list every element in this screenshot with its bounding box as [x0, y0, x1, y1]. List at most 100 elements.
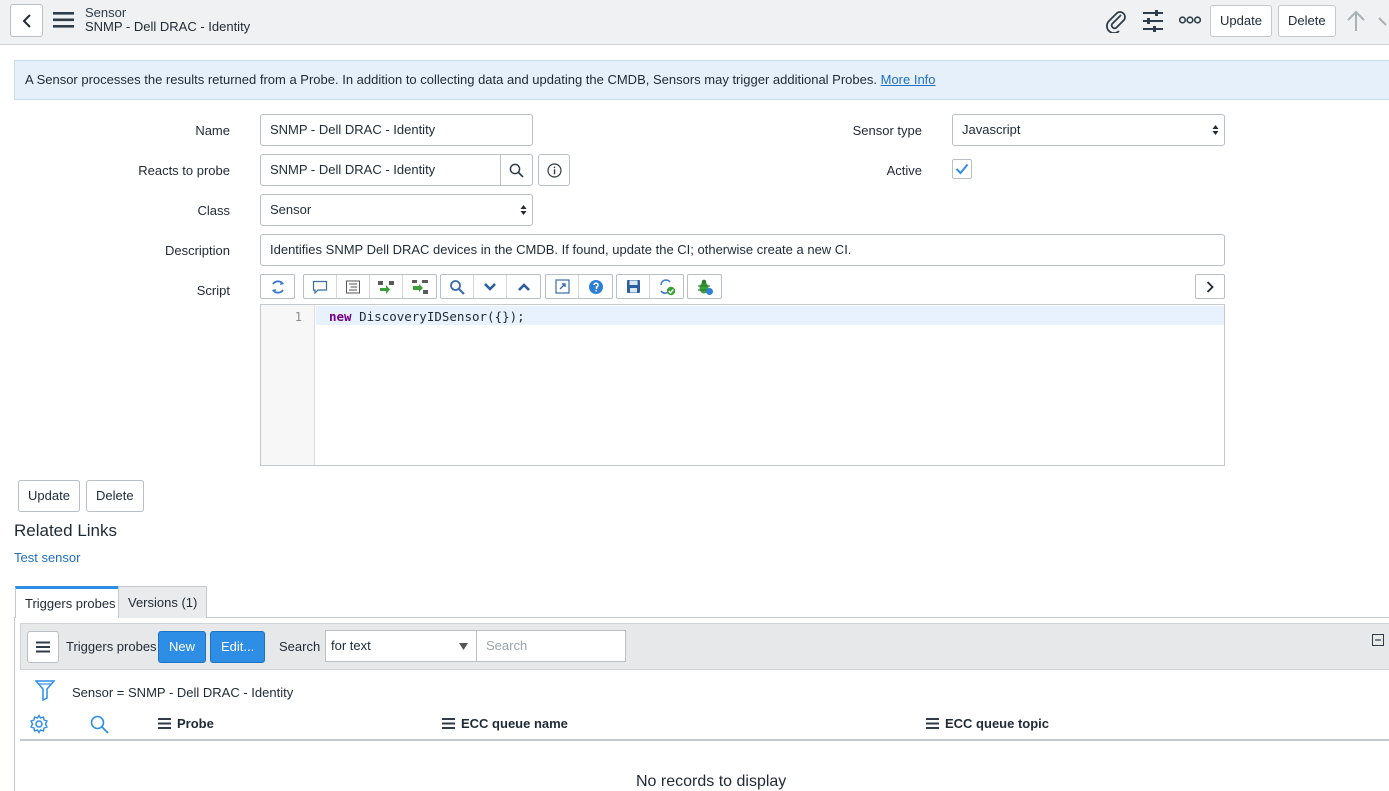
sensor-type-select[interactable]: Javascript: [952, 114, 1225, 146]
list-settings-gear-icon[interactable]: [29, 714, 49, 734]
record-type: Sensor: [85, 5, 127, 20]
syntax-toggle-icon: [269, 278, 287, 296]
comment-icon: [312, 280, 328, 294]
column-header-label: ECC queue topic: [945, 716, 1050, 731]
check-syntax-button[interactable]: [650, 275, 683, 298]
list-search-input[interactable]: Search: [476, 630, 626, 662]
arrow-up-icon[interactable]: [1346, 10, 1366, 32]
line-number-gutter: 1: [261, 305, 315, 465]
column-header-label: ECC queue name: [461, 716, 568, 731]
lookup-button[interactable]: [500, 154, 533, 186]
script-toolbar-group-3: [440, 274, 541, 299]
code-keyword: new: [329, 309, 352, 324]
search-icon: [509, 163, 524, 178]
find-next-button[interactable]: [474, 275, 507, 298]
description-field[interactable]: Identifies SNMP Dell DRAC devices in the…: [260, 234, 1225, 266]
list-context-menu-button[interactable]: [27, 631, 59, 663]
filter-breadcrumb[interactable]: Sensor = SNMP - Dell DRAC - Identity: [72, 685, 293, 700]
script-toolbar-group-2: [303, 274, 437, 299]
form-header: Sensor SNMP - Dell DRAC - Identity Updat…: [0, 0, 1389, 45]
back-button[interactable]: [10, 4, 43, 37]
settings-sliders-icon[interactable]: [1142, 9, 1164, 33]
info-banner: A Sensor processes the results returned …: [14, 60, 1389, 100]
more-info-link[interactable]: More Info: [881, 72, 936, 87]
tab-triggers-probes[interactable]: Triggers probes: [15, 586, 126, 618]
header-delete-button[interactable]: Delete: [1278, 5, 1336, 37]
collapse-icon[interactable]: [1372, 634, 1384, 646]
paperclip-icon[interactable]: [1105, 9, 1127, 33]
bug-icon: [696, 278, 714, 296]
script-toolbar-group-6: [687, 274, 722, 299]
column-header-divider: [20, 739, 1389, 741]
column-menu-icon: [926, 718, 939, 729]
format-code-button[interactable]: [337, 275, 370, 298]
column-header-ecc-queue-topic[interactable]: ECC queue topic: [926, 716, 1049, 731]
hamburger-menu-icon: [36, 641, 50, 653]
search-label: Search: [279, 639, 321, 654]
info-icon: [546, 162, 562, 178]
record-name: SNMP - Dell DRAC - Identity: [85, 19, 251, 34]
select-arrows-icon: [520, 204, 527, 216]
column-header-label: Probe: [177, 716, 214, 731]
select-arrows-icon: [1212, 124, 1219, 136]
chevron-down-icon: [483, 282, 497, 292]
column-header-ecc-queue-name[interactable]: ECC queue name: [442, 716, 568, 731]
code-line: new DiscoveryIDSensor({});: [316, 306, 1224, 325]
list-title: Triggers probes: [66, 639, 157, 654]
chevron-down-icon[interactable]: [1378, 14, 1389, 28]
class-select-value: Sensor: [270, 202, 312, 217]
chevron-left-icon: [21, 13, 33, 29]
active-label: Active: [886, 163, 922, 178]
related-links-title: Related Links: [14, 521, 118, 540]
debug-button[interactable]: [688, 275, 721, 298]
script-editor[interactable]: 1 new DiscoveryIDSensor({});: [260, 304, 1225, 466]
search-field-value: for text: [331, 638, 371, 653]
related-list-border: [14, 618, 15, 791]
save-button[interactable]: [617, 275, 650, 298]
reacts-to-probe-field[interactable]: SNMP - Dell DRAC - Identity: [260, 154, 501, 186]
edit-button[interactable]: Edit...: [210, 631, 266, 663]
checkmark-icon: [955, 163, 969, 175]
test-sensor-link[interactable]: Test sensor: [14, 550, 80, 565]
column-menu-icon: [442, 718, 455, 729]
empty-list-message: No records to display: [636, 773, 787, 790]
line-number: 1: [294, 310, 302, 324]
more-options-icon[interactable]: [1179, 15, 1201, 25]
form-delete-button[interactable]: Delete: [86, 480, 144, 512]
hamburger-menu-icon[interactable]: [53, 11, 75, 29]
column-search-icon[interactable]: [90, 715, 109, 734]
class-select[interactable]: Sensor: [260, 194, 533, 226]
sensor-type-label: Sensor type: [852, 123, 922, 138]
replace-all-button[interactable]: [403, 275, 436, 298]
preview-record-button[interactable]: [538, 154, 570, 186]
script-label: Script: [196, 283, 230, 298]
tabs-divider: [14, 617, 1389, 618]
tab-versions[interactable]: Versions (1): [118, 586, 208, 618]
search-field-select[interactable]: for text: [325, 630, 477, 662]
fullscreen-button[interactable]: [546, 275, 579, 298]
chevron-up-icon: [517, 282, 531, 292]
find-previous-button[interactable]: [507, 275, 540, 298]
chevron-right-icon: [1205, 280, 1215, 294]
active-checkbox[interactable]: [952, 159, 972, 179]
save-icon: [626, 279, 641, 294]
column-header-probe[interactable]: Probe: [158, 716, 214, 731]
form-update-button[interactable]: Update: [18, 480, 80, 512]
name-label: Name: [195, 123, 230, 138]
replace-button[interactable]: [370, 275, 403, 298]
code-text: new DiscoveryIDSensor({});: [329, 309, 525, 324]
name-field[interactable]: SNMP - Dell DRAC - Identity: [260, 114, 533, 146]
script-toolbar-group-1: [260, 274, 295, 299]
help-button[interactable]: [579, 275, 612, 298]
record-title: Sensor SNMP - Dell DRAC - Identity: [85, 6, 250, 34]
filter-icon[interactable]: [35, 679, 55, 701]
toggle-syntax-button[interactable]: [261, 275, 294, 298]
header-update-button[interactable]: Update: [1210, 5, 1272, 37]
comment-button[interactable]: [304, 275, 337, 298]
script-expand-button[interactable]: [1195, 274, 1225, 299]
banner-text: A Sensor processes the results returned …: [25, 72, 877, 87]
new-button[interactable]: New: [158, 631, 207, 663]
reacts-to-probe-label: Reacts to probe: [138, 163, 230, 178]
find-button[interactable]: [441, 275, 474, 298]
script-toolbar-group-4: [545, 274, 613, 299]
